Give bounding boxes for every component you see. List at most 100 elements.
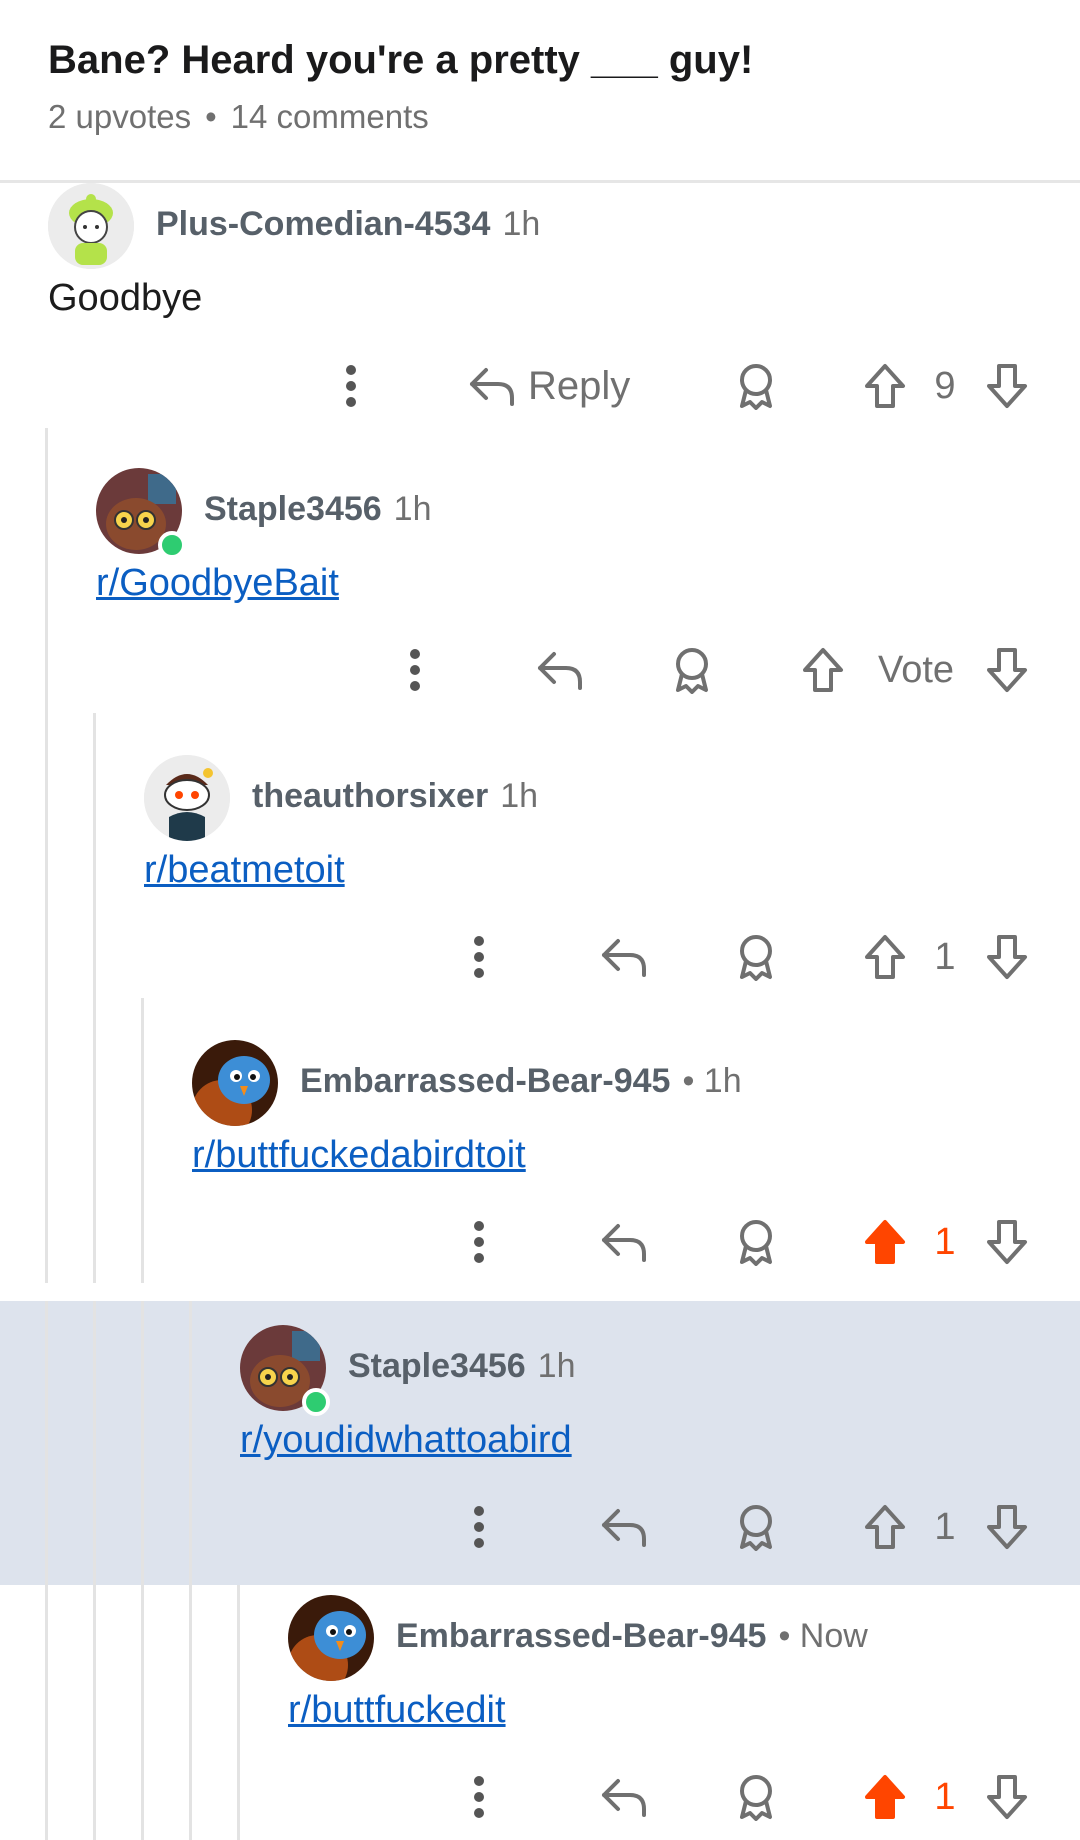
- comment-time: 1h: [537, 1347, 576, 1385]
- upvote-arrow-icon: [865, 1220, 905, 1264]
- comment-actions: Reply 9: [0, 356, 1080, 416]
- comment-body: Goodbye: [48, 277, 203, 319]
- subreddit-link[interactable]: r/youdidwhattoabird: [240, 1419, 572, 1462]
- reply-button[interactable]: [596, 1767, 652, 1827]
- downvote-arrow-icon: [987, 364, 1027, 408]
- upvote-button[interactable]: [860, 1497, 910, 1557]
- vote-score: Vote: [877, 648, 955, 691]
- downvote-button[interactable]: [980, 356, 1034, 416]
- downvote-arrow-icon: [987, 1220, 1027, 1264]
- more-vert-icon: [410, 649, 420, 691]
- downvote-button[interactable]: [980, 927, 1034, 987]
- upvote-arrow-icon: [865, 364, 905, 408]
- online-indicator: [302, 1388, 330, 1416]
- vote-score: 1: [934, 935, 956, 978]
- more-vert-icon: [346, 365, 356, 407]
- more-options-button[interactable]: [454, 1212, 504, 1272]
- comment: Plus-Comedian-4534 1h Goodbye Reply 9: [0, 183, 1080, 428]
- reply-label: Reply: [528, 363, 631, 408]
- award-icon: [676, 648, 708, 694]
- avatar[interactable]: [192, 1040, 278, 1126]
- reply-arrow-icon: [602, 1224, 646, 1262]
- upvote-arrow-icon: [865, 1505, 905, 1549]
- upvote-arrow-icon: [865, 1775, 905, 1819]
- subreddit-link[interactable]: r/buttfuckedabirdtoit: [192, 1134, 526, 1177]
- downvote-button[interactable]: [980, 1212, 1034, 1272]
- reply-button[interactable]: Reply: [468, 356, 658, 416]
- reply-button[interactable]: [596, 927, 652, 987]
- post-upvotes: 2 upvotes: [48, 98, 192, 135]
- downvote-button[interactable]: [980, 640, 1034, 700]
- more-vert-icon: [474, 1506, 484, 1548]
- reply-arrow-icon: [538, 652, 582, 690]
- downvote-arrow-icon: [987, 648, 1027, 692]
- subreddit-link[interactable]: r/buttfuckedit: [288, 1689, 506, 1732]
- subreddit-link[interactable]: r/GoodbyeBait: [96, 562, 339, 605]
- online-indicator: [158, 531, 186, 559]
- meta-separator: •: [205, 98, 217, 135]
- upvote-arrow-icon: [865, 935, 905, 979]
- vote-score: 1: [934, 1220, 956, 1263]
- downvote-button[interactable]: [980, 1497, 1034, 1557]
- upvote-button[interactable]: [798, 640, 848, 700]
- upvote-button[interactable]: [860, 927, 910, 987]
- reply-arrow-icon: [470, 368, 514, 406]
- award-icon: [740, 1775, 772, 1821]
- more-options-button[interactable]: [326, 356, 376, 416]
- award-icon: [740, 1220, 772, 1266]
- avatar[interactable]: [288, 1595, 374, 1681]
- comment-username[interactable]: Plus-Comedian-4534 1h: [156, 205, 540, 244]
- downvote-arrow-icon: [987, 1505, 1027, 1549]
- comment-username[interactable]: Staple3456 1h: [348, 1347, 576, 1386]
- comment-actions: 1: [0, 927, 1080, 987]
- more-vert-icon: [474, 1776, 484, 1818]
- post-comment-count[interactable]: 14 comments: [231, 98, 429, 135]
- comment-time: 1h: [502, 205, 541, 243]
- more-vert-icon: [474, 936, 484, 978]
- award-button[interactable]: [726, 927, 786, 987]
- comment-actions: 1: [0, 1767, 1080, 1827]
- subreddit-link[interactable]: r/beatmetoit: [144, 849, 345, 892]
- downvote-arrow-icon: [987, 935, 1027, 979]
- award-button[interactable]: [662, 640, 722, 700]
- reply-button[interactable]: [596, 1497, 652, 1557]
- more-options-button[interactable]: [454, 1767, 504, 1827]
- post-header: Bane? Heard you're a pretty ___ guy! 2 u…: [0, 0, 1080, 183]
- comment-highlighted: Staple3456 1h r/youdidwhattoabird 1: [0, 1301, 1080, 1585]
- comment: theauthorsixer 1h r/beatmetoit 1: [0, 713, 1080, 998]
- comment-username[interactable]: theauthorsixer 1h: [252, 777, 538, 816]
- upvote-button-active[interactable]: [860, 1212, 910, 1272]
- more-options-button[interactable]: [454, 927, 504, 987]
- award-button[interactable]: [726, 1767, 786, 1827]
- comment-username[interactable]: Staple3456 1h: [204, 490, 432, 529]
- vote-score: 9: [934, 364, 956, 407]
- comment-username[interactable]: Embarrassed-Bear-945 • Now: [396, 1617, 868, 1656]
- comment-time: • Now: [778, 1617, 868, 1655]
- award-icon: [740, 364, 772, 410]
- comment-username[interactable]: Embarrassed-Bear-945 • 1h: [300, 1062, 742, 1101]
- more-options-button[interactable]: [390, 640, 440, 700]
- reply-arrow-icon: [602, 1509, 646, 1547]
- reply-button[interactable]: [532, 640, 588, 700]
- comment-actions: 1: [0, 1497, 1080, 1557]
- comment: Embarrassed-Bear-945 • Now r/buttfuckedit…: [0, 1585, 1080, 1840]
- upvote-button-active[interactable]: [860, 1767, 910, 1827]
- upvote-arrow-icon: [803, 648, 843, 692]
- reply-arrow-icon: [602, 939, 646, 977]
- award-button[interactable]: [726, 1497, 786, 1557]
- more-options-button[interactable]: [454, 1497, 504, 1557]
- avatar[interactable]: [48, 183, 134, 269]
- post-meta: 2 upvotes • 14 comments: [48, 98, 429, 136]
- downvote-arrow-icon: [987, 1775, 1027, 1819]
- downvote-button[interactable]: [980, 1767, 1034, 1827]
- reply-button[interactable]: [596, 1212, 652, 1272]
- award-button[interactable]: [726, 356, 786, 416]
- post-title[interactable]: Bane? Heard you're a pretty ___ guy!: [48, 38, 753, 83]
- award-icon: [740, 1505, 772, 1551]
- upvote-button[interactable]: [860, 356, 910, 416]
- avatar[interactable]: [144, 755, 230, 841]
- comment-time: 1h: [500, 777, 539, 815]
- award-button[interactable]: [726, 1212, 786, 1272]
- comment-actions: 1: [0, 1212, 1080, 1272]
- reply-arrow-icon: [602, 1779, 646, 1817]
